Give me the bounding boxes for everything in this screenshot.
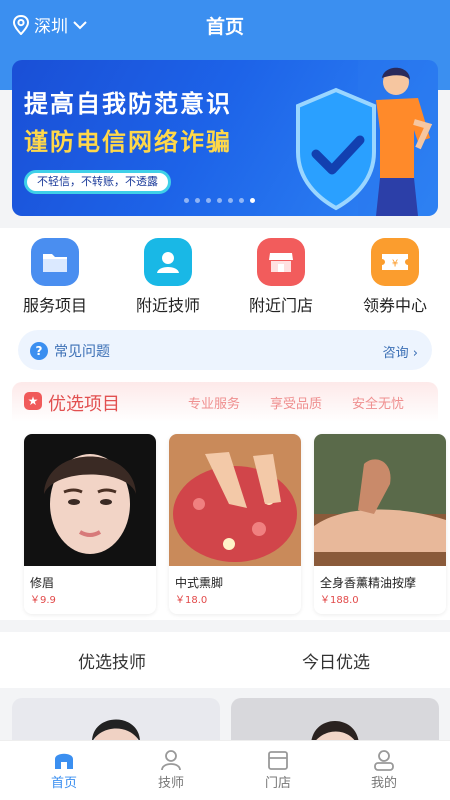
quick-label: 服务项目 (22, 296, 87, 315)
store-icon (257, 238, 305, 286)
nav-home[interactable]: 首页 (34, 749, 94, 791)
carousel-dot-active[interactable] (250, 198, 255, 203)
product-price: ￥188.0 (320, 595, 359, 606)
product-image (24, 434, 156, 566)
banner-headline: 提高自我防范意识 (24, 90, 232, 118)
carousel-dot[interactable] (184, 198, 189, 203)
nav-store[interactable]: 门店 (248, 749, 308, 791)
home-content: 服务项目 附近技师 附近门店 ¥ 领券中心 ? 常见问题 咨询 › ★ 优选项目… (0, 228, 450, 620)
quick-coupon-center[interactable]: ¥ 领券中心 (345, 238, 445, 316)
nav-label: 首页 (50, 776, 77, 791)
section-tag: 享受品质 (270, 397, 323, 412)
svg-text:¥: ¥ (392, 259, 398, 270)
quick-service-items[interactable]: 服务项目 (5, 238, 105, 316)
carousel-dot[interactable] (239, 198, 244, 203)
quick-nearby-technician[interactable]: 附近技师 (118, 238, 218, 316)
bottom-nav: 首页 技师 门店 我的 (0, 740, 450, 800)
quick-label: 附近门店 (248, 296, 313, 315)
carousel-dot[interactable] (217, 198, 222, 203)
page-title: 首页 (205, 16, 244, 38)
tab-today-picks[interactable]: 今日优选 (302, 648, 370, 673)
home-icon (55, 753, 73, 769)
banner-subheadline: 谨防电信网络诈骗 (24, 128, 232, 156)
person-icon (144, 238, 192, 286)
folder-icon (31, 238, 79, 286)
section-tag: 专业服务 (188, 397, 241, 412)
product-card[interactable]: 中式熏脚 ￥18.0 (169, 434, 301, 614)
nav-label: 门店 (264, 776, 291, 791)
section-tag: 安全无忧 (352, 397, 405, 412)
product-name: 中式熏脚 (175, 576, 224, 590)
promo-banner[interactable]: 提高自我防范意识 谨防电信网络诈骗 不轻信，不转账，不透露 (12, 60, 438, 216)
selected-items-section: ★ 优选项目 专业服务 享受品质 安全无忧 修眉 ￥9.9 中式熏脚 ￥18.0… (12, 382, 446, 620)
banner-slogan: 不轻信，不转账，不透露 (24, 170, 171, 194)
carousel-dot[interactable] (195, 198, 200, 203)
section-title: 优选项目 (48, 394, 120, 415)
carousel-dot[interactable] (228, 198, 233, 203)
nav-technician[interactable]: 技师 (141, 749, 201, 791)
product-name: 全身香薰精油按摩 (320, 576, 417, 590)
product-price: ￥9.9 (30, 595, 56, 606)
product-card[interactable]: 全身香薰精油按摩 ￥188.0 (314, 434, 446, 614)
consult-link[interactable]: 咨询 › (383, 342, 418, 361)
product-image (314, 434, 446, 566)
coupon-icon: ¥ (371, 238, 419, 286)
quick-label: 领券中心 (362, 296, 427, 315)
carousel-dot[interactable] (206, 198, 211, 203)
tab-top-technicians[interactable]: 优选技师 (78, 648, 146, 673)
faq-bar[interactable]: ? 常见问题 咨询 › (18, 330, 432, 370)
product-price: ￥18.0 (175, 595, 208, 606)
product-card[interactable]: 修眉 ￥9.9 (24, 434, 156, 614)
product-image (169, 434, 301, 566)
star-icon: ★ (24, 392, 42, 410)
store-icon (268, 751, 288, 770)
carousel-indicator (184, 198, 255, 203)
top-bar: 深圳 首页 (0, 0, 450, 50)
nav-label: 技师 (157, 776, 184, 791)
nav-label: 我的 (370, 776, 397, 791)
banner-area: 提高自我防范意识 谨防电信网络诈骗 不轻信，不转账，不透露 (0, 50, 450, 228)
technician-icon (161, 750, 181, 771)
quick-nearby-store[interactable]: 附近门店 (231, 238, 331, 316)
user-icon (374, 750, 394, 771)
product-name: 修眉 (30, 576, 55, 590)
question-icon: ? (30, 342, 48, 360)
section-tabs: 优选技师 今日优选 (0, 632, 450, 688)
shield-person-illustration (296, 60, 438, 216)
nav-profile[interactable]: 我的 (354, 749, 414, 791)
quick-label: 附近技师 (135, 296, 200, 315)
faq-label: 常见问题 (54, 344, 110, 360)
